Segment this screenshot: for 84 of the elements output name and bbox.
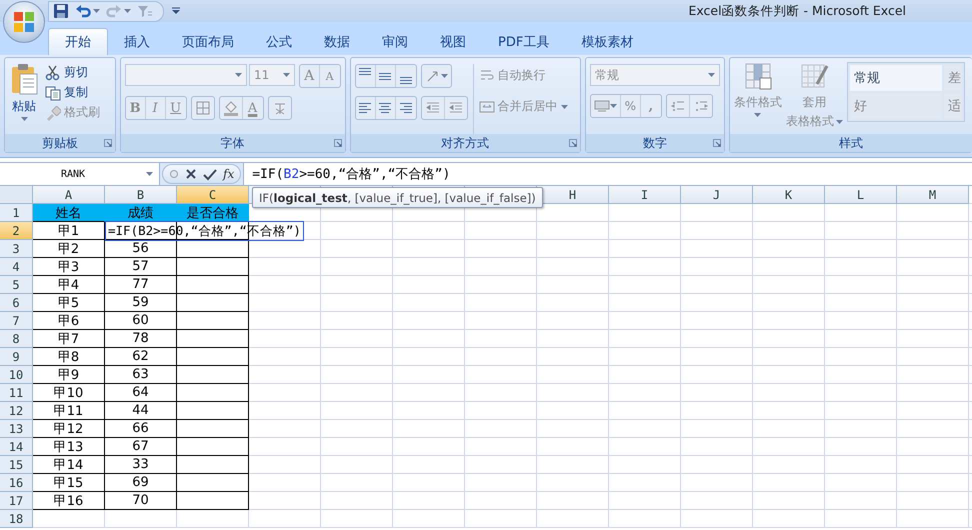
table-cell: 甲11 <box>33 402 105 420</box>
row-header[interactable]: 9 <box>0 348 33 366</box>
row-header[interactable]: 11 <box>0 384 33 402</box>
ribbon-tab[interactable]: 模板素材 <box>565 28 650 55</box>
ribbon-tab[interactable]: 公式 <box>250 28 308 55</box>
table-cell: 甲9 <box>33 366 105 384</box>
table-cell: 姓名 <box>33 204 105 222</box>
column-header[interactable]: M <box>897 186 969 204</box>
table-cell: 甲5 <box>33 294 105 312</box>
group-label: 数字 <box>642 134 667 152</box>
name-box[interactable]: RANK <box>0 163 160 185</box>
ribbon-tab[interactable]: 数据 <box>308 28 366 55</box>
table-cell: 70 <box>105 492 177 510</box>
table-cell: 甲10 <box>33 384 105 402</box>
column-header[interactable]: I <box>609 186 681 204</box>
table-cell: 甲16 <box>33 492 105 510</box>
table-cell: 66 <box>105 420 177 438</box>
group-label: 剪贴板 <box>42 134 78 152</box>
table-cell: 甲2 <box>33 240 105 258</box>
table-cell: 67 <box>105 438 177 456</box>
group-label: 字体 <box>220 134 245 152</box>
table-cell: 56 <box>105 240 177 258</box>
window-title: Excel函数条件判断 - Microsoft Excel <box>688 2 906 20</box>
formula-field[interactable]: =IF(B2>=60,“合格”,“不合格”) <box>243 163 972 185</box>
row-header[interactable]: 13 <box>0 420 33 438</box>
table-cell: 57 <box>105 258 177 276</box>
row-header[interactable]: 15 <box>0 456 33 474</box>
row-header[interactable]: 2 <box>0 222 33 240</box>
ribbon-tab[interactable]: 视图 <box>424 28 482 55</box>
table-cell: 甲8 <box>33 348 105 366</box>
table-cell: 甲6 <box>33 312 105 330</box>
cut-button[interactable]: 剪切 <box>45 64 100 81</box>
table-cell: 甲7 <box>33 330 105 348</box>
table-cell: 69 <box>105 474 177 492</box>
row-header[interactable]: 12 <box>0 402 33 420</box>
row-header[interactable]: 7 <box>0 312 33 330</box>
table-cell: 33 <box>105 456 177 474</box>
table-cell: 63 <box>105 366 177 384</box>
table-cell: 60 <box>105 312 177 330</box>
ribbon-tab[interactable]: PDF工具 <box>482 28 566 55</box>
table-cell: 77 <box>105 276 177 294</box>
ribbon-tab[interactable]: 插入 <box>108 28 166 55</box>
table-cell: 78 <box>105 330 177 348</box>
table-cell: 甲15 <box>33 474 105 492</box>
copy-button[interactable]: 复制 <box>45 84 100 101</box>
table-cell: 甲4 <box>33 276 105 294</box>
row-header[interactable]: 18 <box>0 510 33 528</box>
row-header[interactable]: 1 <box>0 204 33 222</box>
column-header[interactable]: L <box>825 186 897 204</box>
ribbon-tab[interactable]: 开始 <box>48 28 108 55</box>
row-header[interactable]: 14 <box>0 438 33 456</box>
table-cell: 甲12 <box>33 420 105 438</box>
table-cell: 62 <box>105 348 177 366</box>
row-header[interactable]: 3 <box>0 240 33 258</box>
table-cell: 甲1 <box>33 222 105 240</box>
column-header[interactable]: K <box>753 186 825 204</box>
ribbon-tab[interactable]: 审阅 <box>366 28 424 55</box>
table-cell: 甲13 <box>33 438 105 456</box>
row-header[interactable]: 17 <box>0 492 33 510</box>
row-header[interactable]: 16 <box>0 474 33 492</box>
column-header[interactable]: H <box>537 186 609 204</box>
row-header[interactable]: 5 <box>0 276 33 294</box>
table-cell: 成绩 <box>105 204 177 222</box>
row-header[interactable]: 10 <box>0 366 33 384</box>
table-cell: 59 <box>105 294 177 312</box>
group-label: 对齐方式 <box>441 134 490 152</box>
row-header[interactable]: 4 <box>0 258 33 276</box>
cell-style-item[interactable]: 常规 <box>850 65 942 91</box>
function-tooltip: IF(logical_test, [value_if_true], [value_if_false]) <box>252 187 543 208</box>
group-label: 样式 <box>838 134 863 152</box>
insert-function-button[interactable]: fx <box>223 167 234 181</box>
column-header[interactable]: B <box>105 186 177 204</box>
column-header[interactable]: A <box>33 186 105 204</box>
row-header[interactable]: 8 <box>0 330 33 348</box>
table-cell: 44 <box>105 402 177 420</box>
table-cell: 是否合格 <box>177 204 249 222</box>
table-cell: 64 <box>105 384 177 402</box>
column-header[interactable]: C <box>177 186 249 204</box>
table-cell: 甲14 <box>33 456 105 474</box>
ribbon-tab[interactable]: 页面布局 <box>166 28 250 55</box>
column-header[interactable]: J <box>681 186 753 204</box>
table-cell: 甲3 <box>33 258 105 276</box>
paste-button[interactable]: 粘贴 <box>9 62 39 134</box>
row-header[interactable]: 6 <box>0 294 33 312</box>
